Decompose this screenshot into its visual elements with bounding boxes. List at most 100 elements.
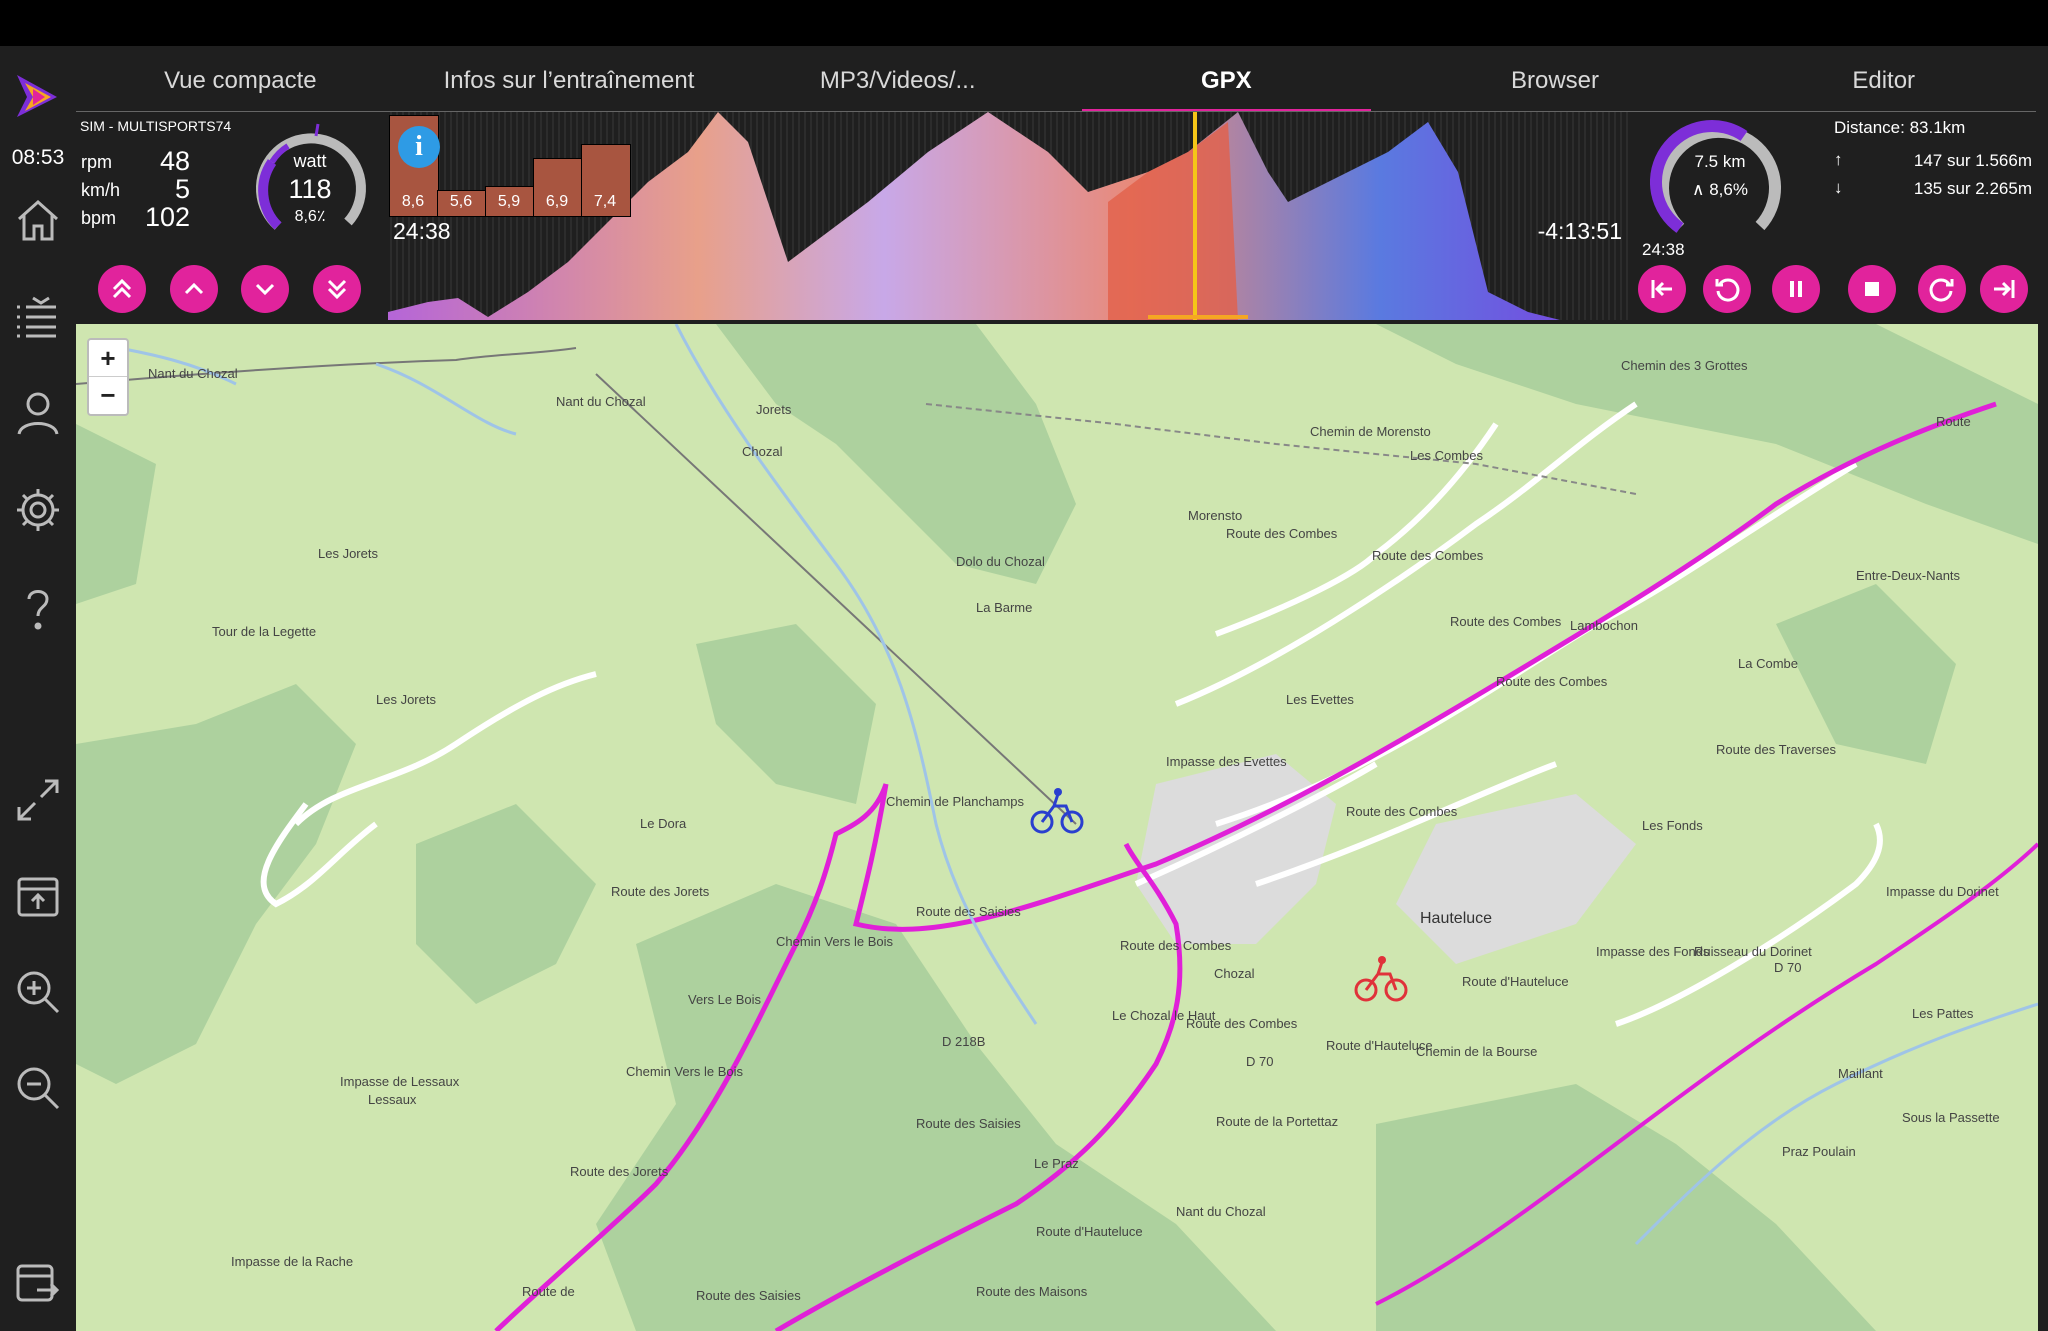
skip-end-button[interactable] — [1980, 265, 2028, 313]
rewind-button[interactable] — [1703, 265, 1751, 313]
map-label: Chemin Vers le Bois — [776, 934, 894, 949]
forward-button[interactable] — [1918, 265, 1966, 313]
slope-value: 5,9 — [497, 193, 521, 210]
map-label: Route des Combes — [1372, 548, 1484, 563]
map-label: Les Combes — [1410, 448, 1483, 463]
bpm-label: bpm — [81, 208, 117, 228]
map-label: Maillant — [1838, 1066, 1883, 1081]
elapsed-time: 24:38 — [393, 218, 451, 244]
map-label: Chemin Vers le Bois — [626, 1064, 744, 1079]
workout-list-icon[interactable] — [10, 290, 66, 346]
ascent-arrow-icon: ↑ — [1834, 150, 1843, 169]
map-label: Ruisseau du Dorinet — [1694, 944, 1812, 959]
exit-icon[interactable] — [10, 1255, 66, 1311]
map-label: Les Fonds — [1642, 818, 1703, 833]
double-chevron-down-button[interactable] — [313, 265, 361, 313]
map-label: Impasse de Lessaux — [340, 1074, 460, 1089]
map-zoom-out-button[interactable]: − — [89, 377, 127, 413]
descent-arrow-icon: ↓ — [1834, 178, 1843, 197]
pause-button[interactable] — [1772, 265, 1820, 313]
skip-start-button[interactable] — [1638, 265, 1686, 313]
chevron-up-button[interactable] — [170, 265, 218, 313]
map-label: Dolo du Chozal — [956, 554, 1045, 569]
map-label: Le Dora — [640, 816, 687, 831]
map-label: La Barme — [976, 600, 1033, 615]
map-label: Vers Le Bois — [688, 992, 761, 1007]
pause-icon — [1790, 281, 1802, 297]
help-icon[interactable] — [10, 580, 66, 636]
tab-compact-view[interactable]: Vue compacte — [76, 50, 405, 112]
map-label: Route des Saisies — [916, 904, 1021, 919]
map-label: Route d'Hauteluce — [1036, 1224, 1143, 1239]
gear-icon[interactable] — [10, 482, 66, 538]
profile-icon[interactable] — [10, 385, 66, 441]
map-label: Route — [1936, 414, 1971, 429]
zoom-out-icon[interactable] — [10, 1060, 66, 1116]
double-chevron-up-button[interactable] — [98, 265, 146, 313]
map-label: Chemin de la Bourse — [1416, 1044, 1538, 1059]
map-label: Route des Combes — [1120, 938, 1232, 953]
map-label: Chemin de Morensto — [1310, 424, 1431, 439]
map-label: Chozal — [1214, 966, 1255, 981]
route-distance: Distance: 83.1km — [1834, 118, 1966, 137]
clock: 08:53 — [11, 146, 65, 169]
double-chevron-up-icon — [112, 278, 132, 299]
map-label: Tour de la Legette — [212, 624, 317, 639]
tab-browser[interactable]: Browser — [1391, 50, 1720, 112]
chevron-up-icon — [184, 282, 204, 295]
remaining-time: -4:13:51 — [1537, 218, 1622, 244]
kmh-value: 5 — [174, 174, 190, 204]
map-label: La Combe — [1738, 656, 1798, 671]
map-label: Route des Saisies — [696, 1288, 801, 1303]
kmh-label: km/h — [81, 180, 121, 200]
chevron-down-button[interactable] — [241, 265, 289, 313]
distance-value: 7.5 km — [1694, 152, 1746, 171]
map-label: Impasse des Fonds — [1596, 944, 1710, 959]
stop-button[interactable] — [1848, 265, 1896, 313]
map-label: Route des Saisies — [916, 1116, 1021, 1131]
forward-icon — [1929, 278, 1954, 302]
slope-value: 8,6 — [401, 193, 425, 210]
map-label: Route des Combes — [1496, 674, 1608, 689]
map-label: Impasse du Dorinet — [1886, 884, 1999, 899]
tab-editor[interactable]: Editor — [1719, 50, 2048, 112]
tab-workout-info[interactable]: Infos sur l’entraînement — [405, 50, 734, 112]
map-label: Chemin des 3 Grottes — [1621, 358, 1748, 373]
map-label: Route des Traverses — [1716, 742, 1836, 757]
app-logo-icon[interactable] — [8, 68, 64, 124]
map-label: Route des Combes — [1346, 804, 1458, 819]
pacer-cyclist-icon — [1030, 788, 1084, 834]
map-zoom-control: + − — [87, 338, 129, 416]
map-label: Les Jorets — [376, 692, 436, 707]
zoom-in-icon[interactable] — [10, 964, 66, 1020]
map-label: Nant du Chozal — [556, 394, 646, 409]
tab-gpx[interactable]: GPX — [1062, 50, 1391, 112]
ascent-stats: 147 sur 1.566m — [1913, 151, 2032, 170]
map-label: Praz Poulain — [1782, 1144, 1856, 1159]
map-label: Route des Maisons — [976, 1284, 1088, 1299]
chevron-down-icon — [255, 283, 275, 296]
upload-calendar-icon[interactable] — [10, 868, 66, 924]
map-label: Chemin de Planchamps — [886, 794, 1025, 809]
slope-value: 5,6 — [449, 193, 473, 210]
map-label: Morensto — [1188, 508, 1243, 523]
map-label: Les Jorets — [318, 546, 378, 561]
stop-icon — [1865, 282, 1879, 296]
gpx-map[interactable]: Nant du Chozal Nant du Chozal Jorets Cho… — [76, 324, 2038, 1331]
info-icon[interactable]: i — [398, 126, 440, 168]
skip-start-icon — [1651, 280, 1672, 298]
bpm-value: 102 — [144, 202, 190, 232]
map-label: Chozal — [742, 444, 783, 459]
map-label: D 70 — [1774, 960, 1802, 975]
map-label: Route des Jorets — [570, 1164, 669, 1179]
home-icon[interactable] — [10, 192, 66, 248]
map-label: Impasse de la Rache — [231, 1254, 354, 1269]
map-label: Route de la Portettaz — [1216, 1114, 1339, 1129]
map-zoom-in-button[interactable]: + — [89, 340, 127, 377]
fullscreen-icon[interactable] — [10, 772, 66, 828]
tab-media[interactable]: MP3/Videos/... — [733, 50, 1062, 112]
map-label: Route des Jorets — [611, 884, 710, 899]
map-label: Route des Combes — [1450, 614, 1562, 629]
map-label: D 70 — [1246, 1054, 1274, 1069]
map-label: Lambochon — [1570, 618, 1638, 633]
